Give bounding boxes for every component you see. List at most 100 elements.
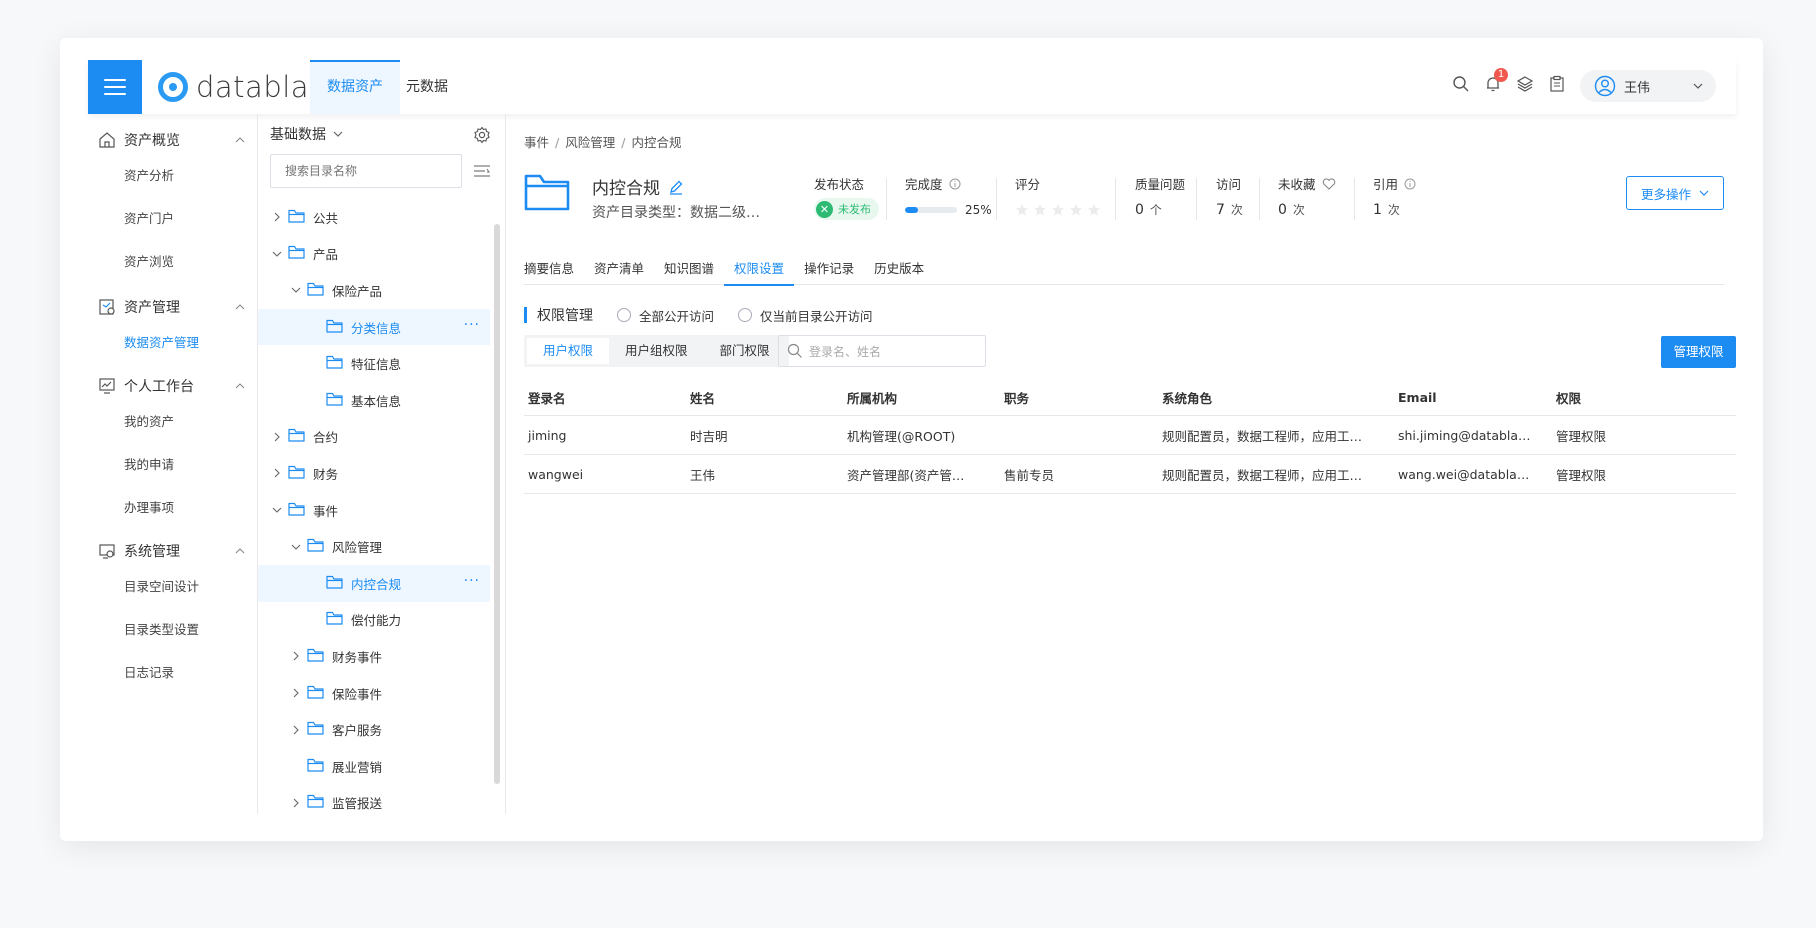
tree-node[interactable]: 财务事件 — [258, 638, 490, 675]
chevron-right-icon[interactable] — [289, 688, 303, 698]
tree-node[interactable]: 展业营销 — [258, 748, 490, 785]
sidebar-group-system[interactable]: 系统管理 — [88, 537, 257, 565]
chevron-down-icon[interactable] — [270, 505, 284, 515]
sidebar-item-asset-portal[interactable]: 资产门户 — [88, 197, 257, 240]
more-actions-button[interactable]: 更多操作 — [1626, 176, 1724, 210]
tree-node[interactable]: 监管报送 — [258, 785, 490, 815]
tab-operation-log[interactable]: 操作记录 — [794, 255, 864, 285]
sidebar-item-asset-browse[interactable]: 资产浏览 — [88, 240, 257, 283]
tab-metadata[interactable]: 元数据 — [389, 60, 465, 114]
tree-node[interactable]: 分类信息 ··· — [258, 308, 490, 346]
divider — [1259, 178, 1260, 220]
table-header-cell[interactable]: Email — [1394, 390, 1552, 405]
tab-asset-list[interactable]: 资产清单 — [584, 255, 654, 285]
rating-label: 评分 — [1015, 177, 1041, 192]
sidebar-item-data-asset-manage[interactable]: 数据资产管理 — [88, 321, 257, 364]
tree-dropdown[interactable]: 基础数据 — [270, 124, 344, 144]
tree-node[interactable]: 事件 — [258, 492, 490, 529]
tab-permissions[interactable]: 权限设置 — [724, 255, 795, 286]
tree-search-input[interactable] — [270, 154, 462, 188]
tree-node[interactable]: 保险事件 — [258, 675, 490, 712]
sidebar-group-overview[interactable]: 资产概览 — [88, 126, 257, 154]
permission-title: 权限管理 — [537, 308, 593, 324]
sidebar-item-asset-analysis[interactable]: 资产分析 — [88, 154, 257, 197]
more-icon[interactable]: ··· — [464, 573, 480, 589]
table-cell: 售前专员 — [1004, 467, 1055, 483]
tree-node-label: 特征信息 — [351, 357, 402, 373]
sidebar-item-my-requests[interactable]: 我的申请 — [88, 443, 257, 486]
sidebar-item-catalog-space[interactable]: 目录空间设计 — [88, 565, 257, 608]
chevron-right-icon[interactable] — [289, 798, 303, 808]
tree-node[interactable]: 保险产品 — [258, 272, 490, 309]
chevron-down-icon[interactable] — [270, 249, 284, 259]
subtab-user-group[interactable]: 用户组权限 — [609, 338, 704, 364]
tree-node[interactable]: 偿付能力 — [258, 602, 490, 639]
subtab-department[interactable]: 部门权限 — [704, 338, 786, 364]
folder-icon — [288, 245, 305, 262]
edit-icon[interactable] — [668, 179, 684, 195]
tree-node[interactable]: 合约 — [258, 419, 490, 456]
tab-history[interactable]: 历史版本 — [864, 255, 934, 285]
chevron-down-icon[interactable] — [289, 542, 303, 552]
tab-data-assets[interactable]: 数据资产 — [310, 60, 400, 114]
sidebar-item-my-assets[interactable]: 我的资产 — [88, 400, 257, 443]
table-header-cell[interactable]: 所属机构 — [843, 388, 1000, 407]
more-icon[interactable]: ··· — [464, 317, 480, 333]
folder-icon — [307, 538, 324, 555]
chevron-right-icon[interactable] — [270, 212, 284, 222]
folder-icon — [307, 794, 324, 811]
user-menu[interactable]: 王伟 — [1580, 70, 1716, 102]
tree-node[interactable]: 内控合规 ··· — [258, 564, 490, 602]
breadcrumb-item[interactable]: 风险管理 — [565, 135, 615, 150]
folder-icon — [288, 209, 305, 226]
tree-scrollbar[interactable] — [494, 224, 500, 784]
tree-node[interactable]: 产品 — [258, 236, 490, 273]
layers-icon[interactable] — [1516, 75, 1534, 93]
sidebar: 资产概览 资产分析 资产门户 资产浏览 资产管理 数据资产管理 个人工作台 我的… — [88, 114, 258, 814]
table-header-cell[interactable]: 姓名 — [686, 388, 843, 407]
menu-toggle-button[interactable] — [88, 60, 142, 114]
table-header-cell[interactable]: 登录名 — [524, 388, 686, 407]
logo[interactable]: datablau — [158, 70, 328, 104]
table-row[interactable]: wangwei 王伟 资产管理部(资产管… 售前专员 规则配置员，数据工程师，应用工… w… — [524, 455, 1736, 494]
tree-node[interactable]: 基本信息 — [258, 382, 490, 419]
breadcrumb-item[interactable]: 事件 — [524, 135, 549, 150]
user-search-input[interactable]: 登录名、姓名 — [778, 335, 986, 367]
table-header-cell[interactable]: 权限 — [1552, 388, 1702, 407]
tab-knowledge-graph[interactable]: 知识图谱 — [654, 255, 724, 285]
table-header-cell[interactable]: 系统角色 — [1158, 388, 1394, 407]
menu-line — [104, 86, 126, 88]
tree-node[interactable]: 客户服务 — [258, 711, 490, 748]
chevron-right-icon[interactable] — [270, 432, 284, 442]
gear-icon[interactable] — [473, 126, 491, 144]
chevron-down-icon[interactable] — [289, 285, 303, 295]
tree-node[interactable]: 特征信息 — [258, 345, 490, 382]
sidebar-item-logs[interactable]: 日志记录 — [88, 651, 257, 694]
tree-node[interactable]: 公共 — [258, 199, 490, 236]
table-row[interactable]: jiming 时吉明 机构管理(@ROOT) 规则配置员，数据工程师，应用工… shi.… — [524, 416, 1736, 455]
manage-permissions-button[interactable]: 管理权限 — [1661, 336, 1736, 368]
clipboard-icon[interactable] — [1548, 75, 1566, 93]
radio-circle — [617, 308, 631, 322]
search-icon[interactable] — [1452, 75, 1470, 93]
subtab-user[interactable]: 用户权限 — [527, 338, 610, 364]
tab-summary[interactable]: 摘要信息 — [524, 255, 584, 285]
sidebar-item-catalog-type[interactable]: 目录类型设置 — [88, 608, 257, 651]
heart-icon[interactable] — [1322, 177, 1336, 190]
rating-stars[interactable] — [1015, 203, 1101, 217]
filter-icon[interactable] — [473, 164, 491, 178]
info-icon[interactable] — [1404, 178, 1416, 190]
sidebar-group-workbench[interactable]: 个人工作台 — [88, 372, 257, 400]
chevron-right-icon[interactable] — [289, 725, 303, 735]
tree-node[interactable]: 风险管理 — [258, 528, 490, 565]
chevron-right-icon[interactable] — [289, 651, 303, 661]
radio-current-public[interactable]: 仅当前目录公开访问 — [738, 306, 873, 325]
radio-all-public[interactable]: 全部公开访问 — [617, 306, 714, 325]
chevron-right-icon[interactable] — [270, 468, 284, 478]
notification-bell[interactable]: 1 — [1484, 68, 1508, 93]
tree-node[interactable]: 财务 — [258, 455, 490, 492]
table-header-cell[interactable]: 职务 — [1000, 388, 1158, 407]
info-icon[interactable] — [949, 178, 961, 190]
sidebar-item-todo[interactable]: 办理事项 — [88, 486, 257, 529]
sidebar-group-asset-manage[interactable]: 资产管理 — [88, 293, 257, 321]
